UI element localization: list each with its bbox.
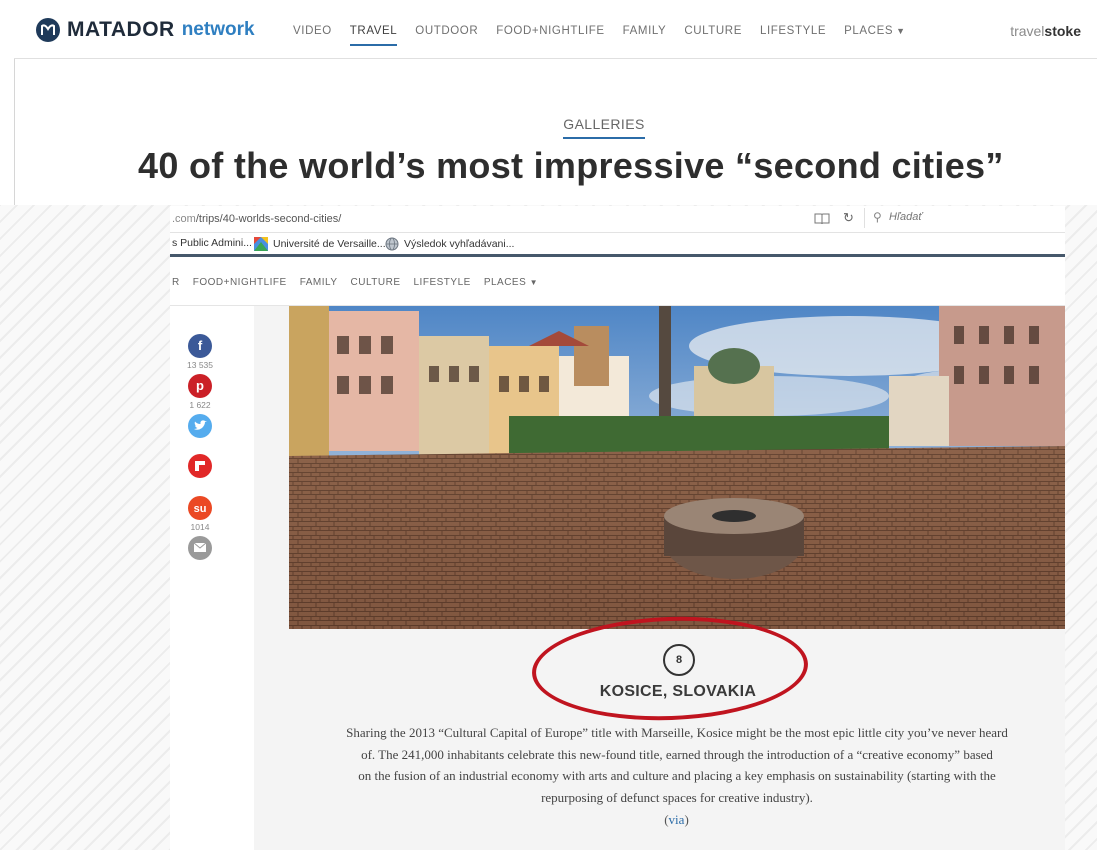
search-input[interactable] (887, 210, 1061, 224)
stumbleupon-count: 1014 (190, 522, 210, 532)
nav-item-places-label: PLACES (844, 25, 894, 37)
logo-suffix: network (181, 19, 255, 40)
nav-item-lifestyle[interactable]: LIFESTYLE (760, 25, 826, 37)
reload-icon[interactable]: ↻ (843, 210, 854, 226)
category-label[interactable]: GALLERIES (0, 116, 1097, 139)
reader-view-icon[interactable] (814, 213, 830, 225)
description-line: Sharing the 2013 “Cultural Capital of Eu… (346, 725, 1008, 740)
facebook-count: 13 535 (187, 360, 213, 370)
inner-nav-item[interactable]: LIFESTYLE (414, 277, 471, 288)
travelstoke-link[interactable]: travelstoke (1010, 23, 1081, 39)
url-text: .com/trips/40-worlds-second-cities/ (172, 213, 341, 225)
flipboard-share-button[interactable] (188, 454, 212, 478)
nav-item-travel[interactable]: TRAVEL (349, 25, 398, 46)
inner-nav-item[interactable]: R (172, 277, 180, 288)
site-logo[interactable]: MATADOR network (36, 18, 255, 42)
gallery-item-description: Sharing the 2013 “Cultural Capital of Eu… (287, 722, 1065, 808)
travelstoke-light: travel (1010, 23, 1045, 39)
browser-search[interactable]: ⚲ (864, 208, 1065, 228)
inner-site-nav: R FOOD+NIGHTLIFE FAMILY CULTURE LIFESTYL… (170, 257, 1065, 306)
globe-icon (385, 237, 399, 251)
twitter-share-button[interactable] (188, 414, 212, 438)
page-title: 40 of the world’s most impressive “secon… (138, 145, 1004, 186)
pinterest-count: 1 622 (189, 400, 211, 410)
matador-logo-icon (36, 18, 60, 42)
city-photo (289, 306, 1065, 629)
via-link[interactable]: via (669, 812, 685, 827)
nav-item-food-nightlife[interactable]: FOOD+NIGHTLIFE (496, 25, 604, 37)
inner-nav-item[interactable]: FOOD+NIGHTLIFE (193, 277, 287, 288)
url-domain: .com (172, 213, 196, 225)
category-text: GALLERIES (563, 116, 645, 139)
facebook-share-button[interactable]: f (188, 334, 212, 358)
inner-nav-item[interactable]: PLACES ▼ (484, 277, 538, 288)
bookmark-label: Výsledok vyhľadávani... (404, 238, 515, 250)
bookmark-label: s Public Admini... (172, 237, 252, 249)
source-credit: (via) (664, 812, 689, 827)
facebook-icon: f (197, 338, 203, 353)
url-path: /trips/40-worlds-second-cities/ (195, 213, 342, 225)
address-bar[interactable]: .com/trips/40-worlds-second-cities/ ↻ ⚲ (170, 206, 1065, 233)
travelstoke-bold: stoke (1044, 23, 1081, 39)
bookmark-item[interactable]: s Public Admini... (172, 237, 252, 249)
browser-screenshot: .com/trips/40-worlds-second-cities/ ↻ ⚲ … (170, 206, 1065, 850)
inner-nav-places-label: PLACES (483, 277, 527, 288)
gallery-item-number: 8 (663, 644, 695, 676)
bookmarks-bar: s Public Admini... Université de Versail… (170, 233, 1065, 257)
email-share-button[interactable] (188, 536, 212, 560)
bookmark-item[interactable]: Výsledok vyhľadávani... (385, 237, 514, 251)
caret-down-icon: ▼ (529, 278, 538, 287)
search-icon: ⚲ (873, 210, 882, 224)
flipboard-icon (195, 461, 205, 471)
description-line: of. The 241,000 inhabitants celebrate th… (361, 746, 993, 762)
logo-brand: MATADOR (67, 18, 175, 41)
article-header: MATADOR network VIDEO TRAVEL OUTDOOR FOO… (0, 0, 1097, 205)
stumbleupon-icon: su (193, 503, 207, 515)
caret-down-icon: ▼ (896, 26, 906, 36)
nav-item-family[interactable]: FAMILY (623, 25, 667, 37)
nav-item-outdoor[interactable]: OUTDOOR (415, 25, 478, 37)
bookmark-label: Université de Versaille... (273, 238, 386, 250)
site-navbar: MATADOR network VIDEO TRAVEL OUTDOOR FOO… (14, 0, 1097, 59)
share-bar: f 13 535 p 1 622 su 1014 (170, 306, 254, 850)
description-line: on the fusion of an industrial economy w… (358, 768, 996, 783)
inner-nav-item[interactable]: CULTURE (351, 277, 401, 288)
nav-item-video[interactable]: VIDEO (293, 25, 332, 37)
inner-nav-item[interactable]: FAMILY (300, 277, 338, 288)
bookmark-item[interactable]: Université de Versaille... (254, 237, 386, 251)
gallery-item-title: KOSICE, SLOVAKIA (599, 683, 757, 700)
pinterest-icon: p (196, 378, 204, 393)
nav-item-places[interactable]: PLACES ▼ (844, 25, 906, 37)
email-icon (193, 542, 207, 552)
description-line: repurposing of defunct spaces for creati… (541, 789, 813, 805)
main-nav: VIDEO TRAVEL OUTDOOR FOOD+NIGHTLIFE FAMI… (293, 25, 906, 46)
nav-item-culture[interactable]: CULTURE (684, 25, 742, 37)
pinterest-share-button[interactable]: p (188, 374, 212, 398)
maps-favicon-icon (254, 237, 268, 251)
stumbleupon-share-button[interactable]: su (188, 496, 212, 520)
twitter-icon (194, 420, 207, 430)
